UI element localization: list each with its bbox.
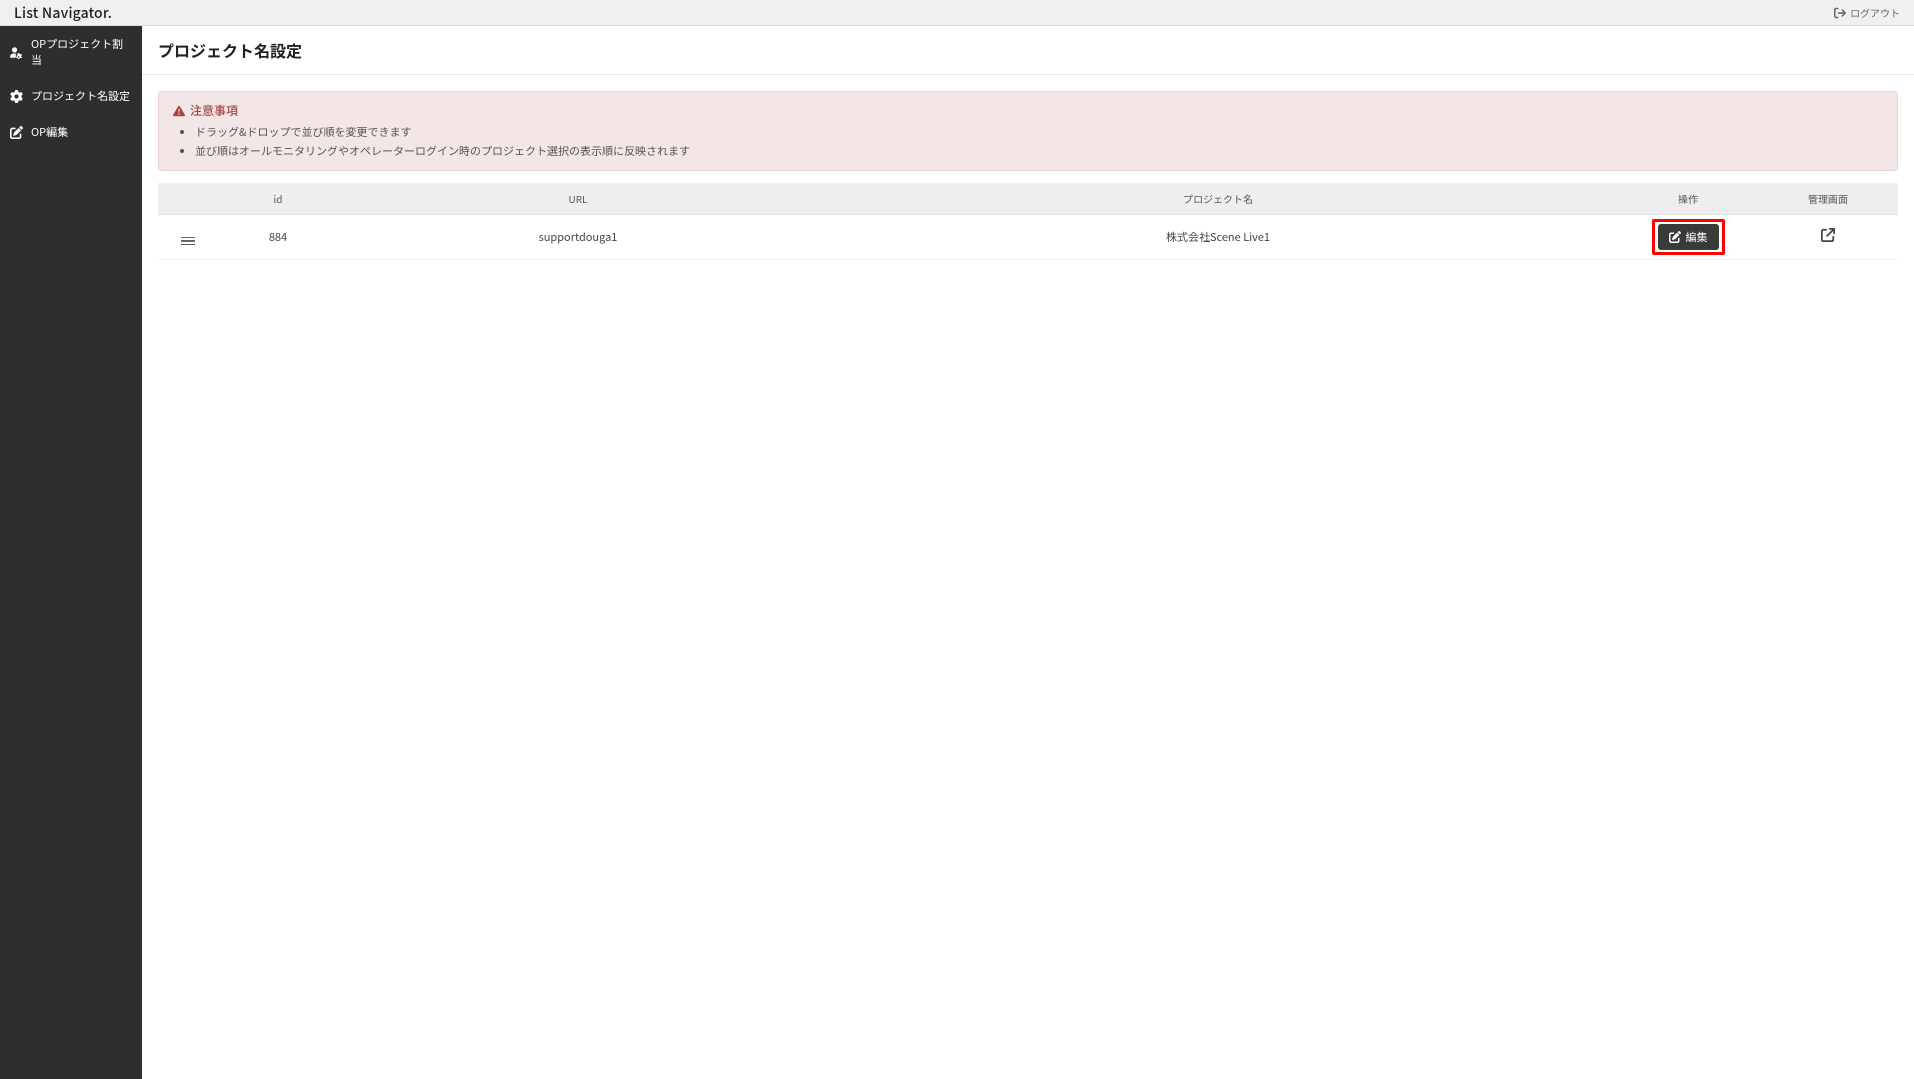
app-header: List Navigator. ログアウト: [0, 0, 1914, 26]
sidebar-item-label: OPプロジェクト割当: [31, 36, 132, 68]
edit-icon: [1669, 231, 1681, 243]
sidebar: OPプロジェクト割当 プロジェクト名設定 OP編集: [0, 26, 142, 1079]
page-header: プロジェクト名設定: [142, 26, 1914, 75]
sidebar-item-op-edit[interactable]: OP編集: [0, 114, 142, 150]
notice-item: ドラッグ&ドロップで並び順を変更できます: [195, 123, 1883, 142]
sidebar-item-project-name-settings[interactable]: プロジェクト名設定: [0, 78, 142, 114]
table-row: 884 supportdouga1 株式会社Scene Live1 編集: [158, 215, 1898, 260]
cell-id: 884: [218, 215, 338, 260]
logout-link[interactable]: ログアウト: [1834, 5, 1900, 20]
cell-url: supportdouga1: [338, 215, 818, 260]
main-content: プロジェクト名設定 注意事項 ドラッグ&ドロップで並び順を変更できます 並び順は…: [142, 26, 1914, 1079]
table-header-id: id: [218, 183, 338, 215]
table-header-action: 操作: [1618, 183, 1758, 215]
edit-button-label: 編集: [1686, 229, 1708, 245]
sidebar-item-label: プロジェクト名設定: [31, 88, 130, 104]
sidebar-item-op-project-assign[interactable]: OPプロジェクト割当: [0, 26, 142, 78]
table-header-handle: [158, 183, 218, 215]
notice-item: 並び順はオールモニタリングやオペレーターログイン時のプロジェクト選択の表示順に反…: [195, 142, 1883, 161]
notice-title: 注意事項: [173, 102, 1883, 119]
table-header-admin: 管理画面: [1758, 183, 1898, 215]
table-header-project-name: プロジェクト名: [818, 183, 1618, 215]
sidebar-item-label: OP編集: [31, 124, 68, 140]
external-link-icon: [1821, 228, 1835, 242]
notice-title-text: 注意事項: [190, 102, 238, 119]
project-table: id URL プロジェクト名 操作 管理画面 884: [158, 183, 1898, 260]
table-header-row: id URL プロジェクト名 操作 管理画面: [158, 183, 1898, 215]
page-title: プロジェクト名設定: [158, 38, 1898, 62]
notice-list: ドラッグ&ドロップで並び順を変更できます 並び順はオールモニタリングやオペレータ…: [173, 123, 1883, 160]
gear-icon: [10, 90, 23, 103]
drag-handle-icon[interactable]: [178, 234, 198, 249]
edit-icon: [10, 126, 23, 139]
logout-label: ログアウト: [1850, 5, 1900, 20]
user-gear-icon: [10, 46, 23, 59]
logout-icon: [1834, 7, 1846, 19]
admin-screen-link[interactable]: [1821, 228, 1835, 242]
edit-button[interactable]: 編集: [1658, 224, 1719, 250]
cell-project-name: 株式会社Scene Live1: [818, 215, 1618, 260]
notice-box: 注意事項 ドラッグ&ドロップで並び順を変更できます 並び順はオールモニタリングや…: [158, 91, 1898, 171]
warning-icon: [173, 105, 185, 117]
table-header-url: URL: [338, 183, 818, 215]
app-title: List Navigator.: [14, 3, 112, 23]
